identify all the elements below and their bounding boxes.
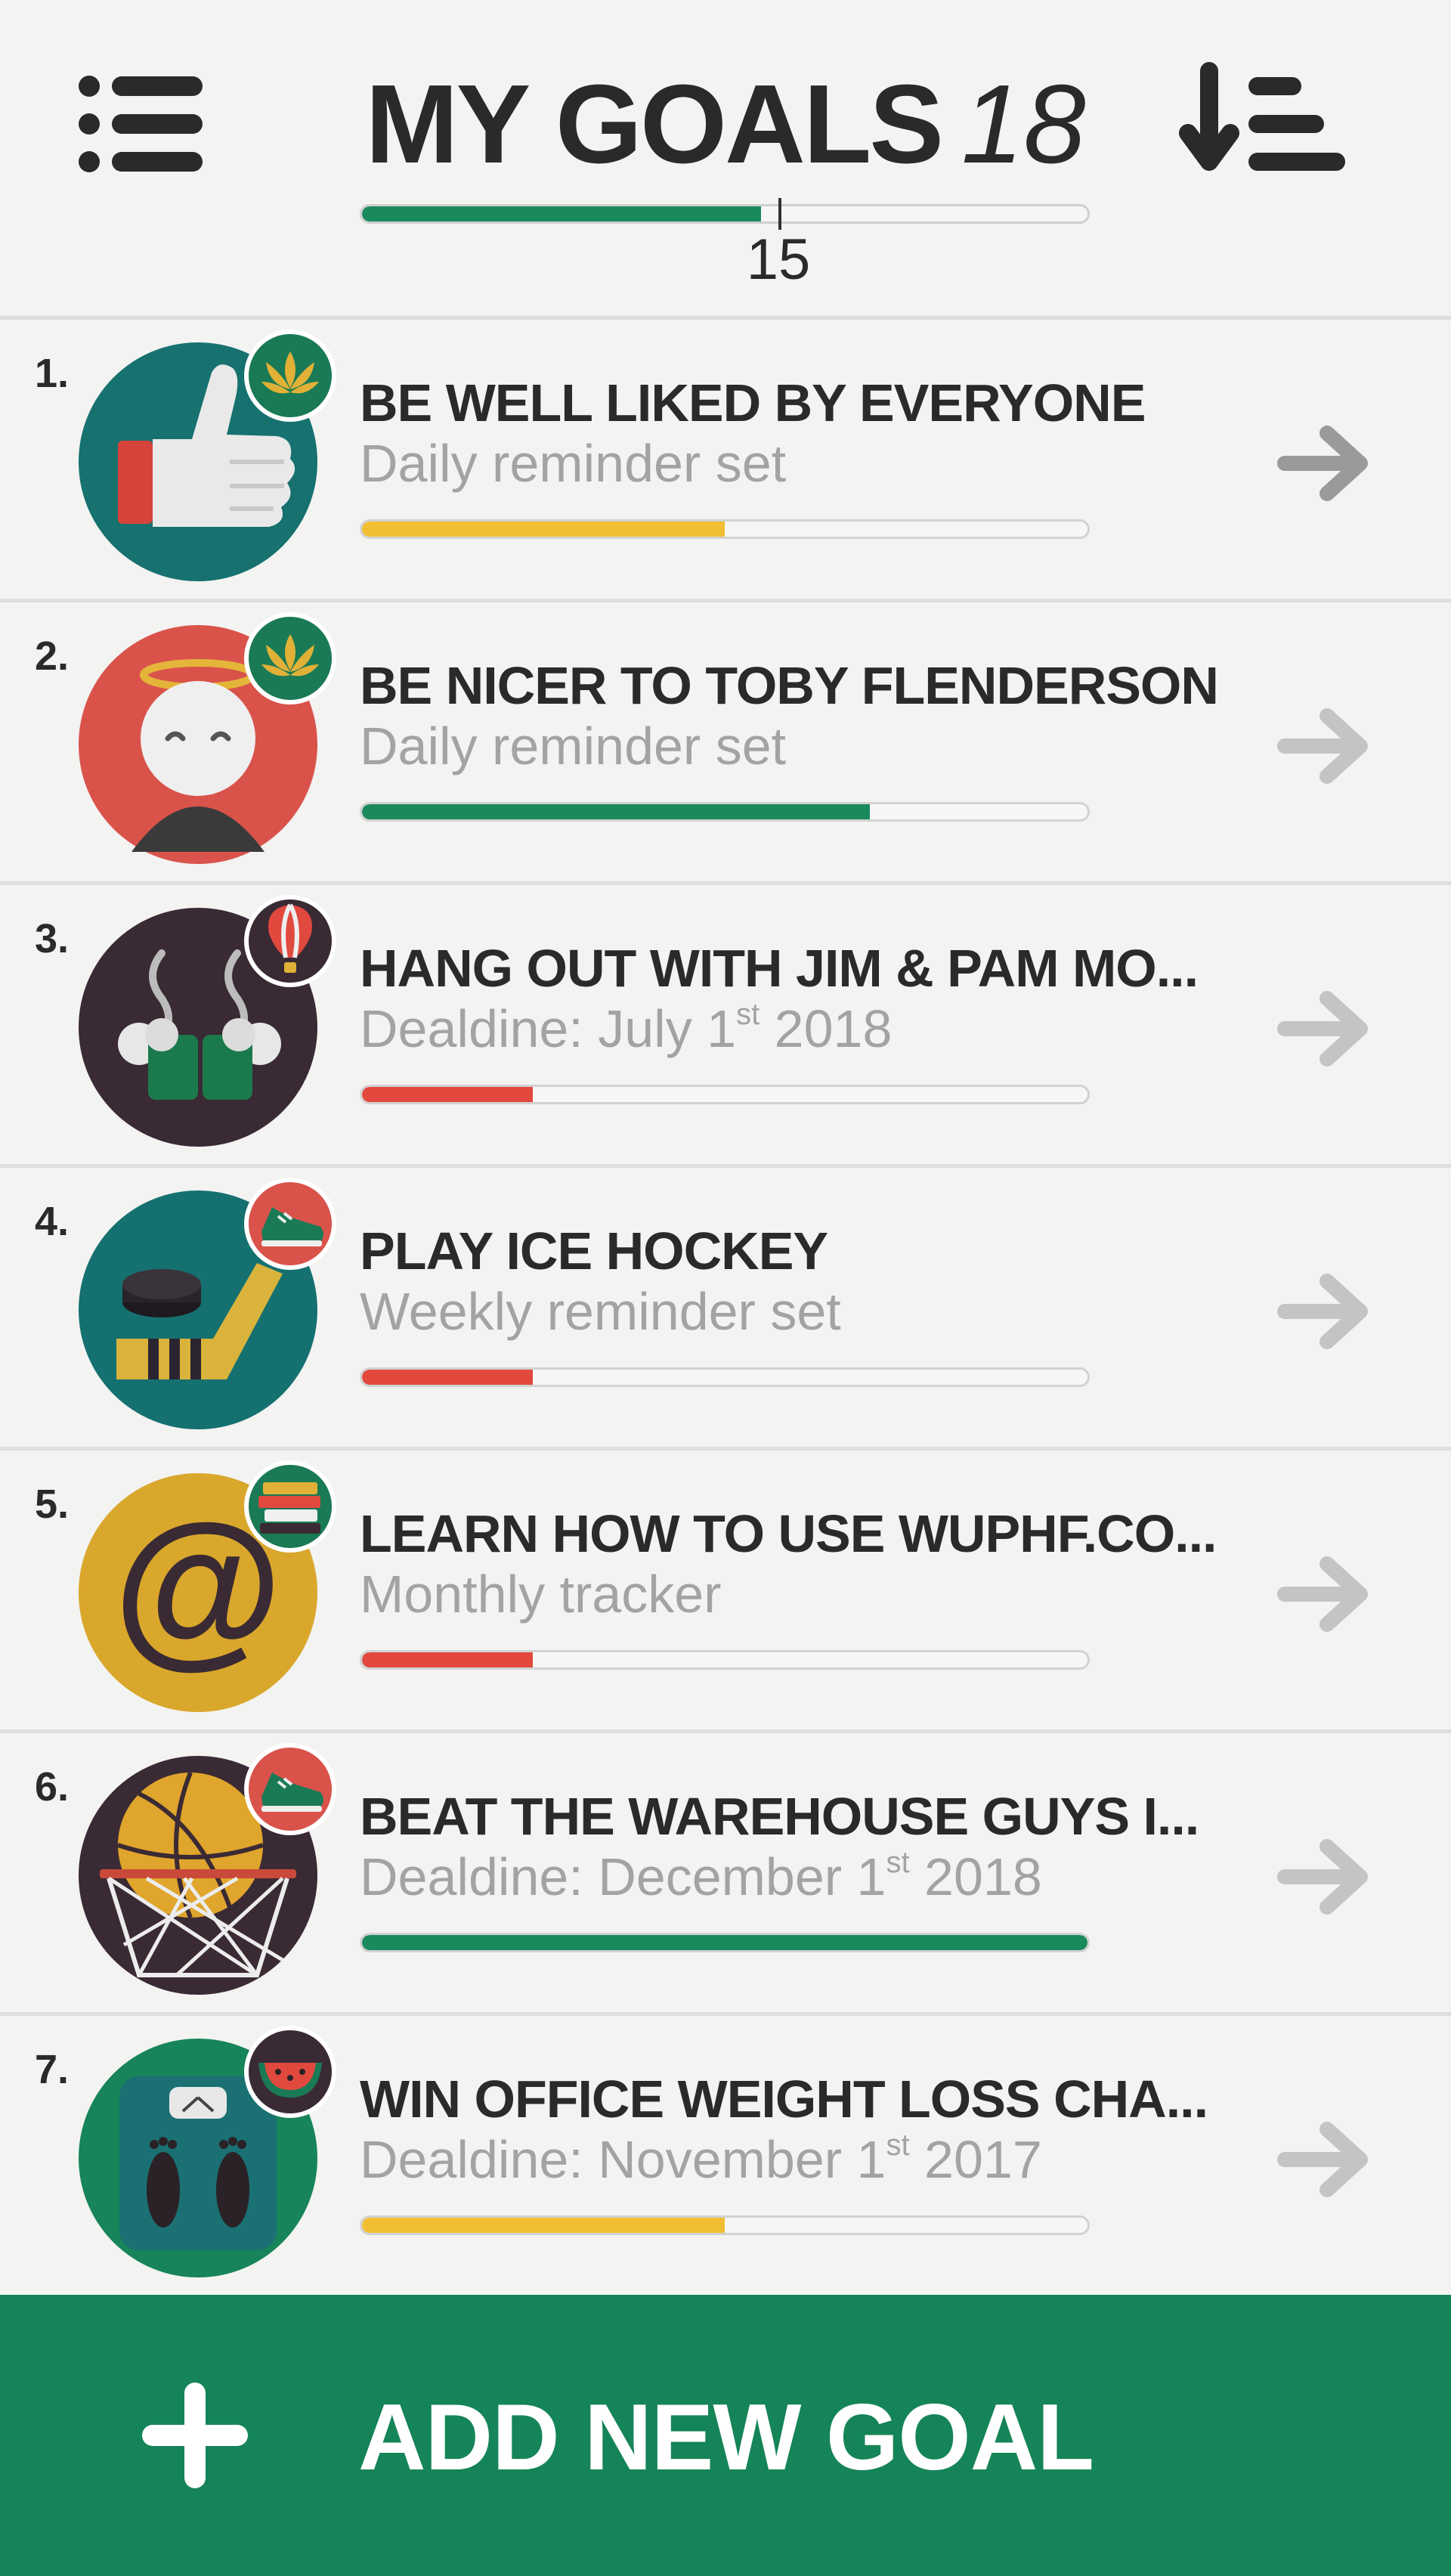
goal-subtitle-year: 2017	[909, 2130, 1042, 2189]
arrow-right-icon[interactable]	[1277, 1556, 1375, 1632]
overall-progress-bar	[360, 204, 1090, 224]
goal-number: 2.	[35, 633, 70, 679]
goal-number: 6.	[35, 1764, 70, 1810]
goal-subtitle-text: Dealdine: December 1	[360, 1847, 886, 1906]
goal-progress-fill	[362, 2218, 725, 2233]
goal-subtitle-text: Dealdine: November 1	[360, 2130, 886, 2189]
goal-subtitle-ordinal: st	[886, 1846, 910, 1879]
goal-number: 4.	[35, 1199, 70, 1244]
goal-subtitle: Dealdine: December 1st 2018	[360, 1847, 1251, 1907]
goal-progress-fill	[362, 1087, 533, 1102]
arrow-right-icon[interactable]	[1277, 991, 1375, 1067]
goal-progress-bar	[360, 1933, 1090, 1952]
goal-number: 3.	[35, 916, 70, 961]
sneaker-badge-icon	[244, 1178, 336, 1270]
overall-progress-label: 15	[746, 228, 811, 292]
books-badge-icon	[244, 1460, 336, 1553]
page-title-text: MY GOALS	[365, 62, 944, 187]
goal-progress-bar	[360, 519, 1090, 539]
sort-button[interactable]	[1179, 33, 1360, 215]
goal-number: 7.	[35, 2047, 70, 2092]
goal-subtitle-text: Daily reminder set	[360, 717, 787, 776]
goal-subtitle: Daily reminder set	[360, 716, 1251, 776]
goal-subtitle-text: Monthly tracker	[360, 1565, 722, 1624]
goal-subtitle-text: Daily reminder set	[360, 434, 787, 493]
goal-row[interactable]: 2. BE NICER TO TOBY FLENDERSON Daily rem…	[0, 599, 1451, 881]
goal-row[interactable]: 6. BEAT THE WAREHOUSE GUYS I... Dealdine…	[0, 1729, 1451, 2012]
goal-subtitle-year: 2018	[909, 1847, 1042, 1906]
goal-title: WIN OFFICE WEIGHT LOSS CHA...	[360, 2070, 1208, 2129]
overall-progress-fill	[362, 206, 761, 221]
goal-progress-bar	[360, 2215, 1090, 2235]
hot-air-balloon-badge-icon	[244, 895, 336, 987]
sort-descending-icon	[1179, 62, 1345, 171]
lotus-badge-icon	[244, 330, 336, 422]
goal-row[interactable]: 7. WIN OFFICE WEIGHT LOSS CHA... Dealdin…	[0, 2012, 1451, 2295]
goal-subtitle: Daily reminder set	[360, 433, 1251, 494]
goal-progress-fill	[362, 522, 725, 537]
goal-subtitle: Dealdine: November 1st 2017	[360, 2129, 1251, 2190]
goal-title: BEAT THE WAREHOUSE GUYS I...	[360, 1787, 1199, 1846]
add-new-goal-label: ADD NEW GOAL	[358, 2386, 1094, 2490]
arrow-right-icon[interactable]	[1277, 708, 1375, 784]
goal-subtitle: Weekly reminder set	[360, 1281, 1251, 1342]
overall-progress-marker	[778, 198, 781, 230]
goal-progress-bar	[360, 1367, 1090, 1387]
goal-subtitle-text: Weekly reminder set	[360, 1282, 841, 1341]
goal-title: PLAY ICE HOCKEY	[360, 1221, 828, 1280]
goal-title: LEARN HOW TO USE WUPHF.CO...	[360, 1504, 1217, 1563]
goal-progress-bar	[360, 1085, 1090, 1104]
lotus-badge-icon	[244, 612, 336, 704]
goal-count: 18	[961, 62, 1086, 187]
arrow-right-icon[interactable]	[1277, 1839, 1375, 1915]
goal-subtitle-ordinal: st	[886, 2129, 910, 2162]
goal-row[interactable]: 4. PLAY ICE HOCKEY Weekly reminder set	[0, 1164, 1451, 1447]
goal-list: 1. BE WELL LIKED BY EVERYONE Daily remin…	[0, 316, 1451, 2295]
goal-progress-fill	[362, 1370, 533, 1385]
goal-progress-fill	[362, 1652, 533, 1667]
goal-row[interactable]: 1. BE WELL LIKED BY EVERYONE Daily remin…	[0, 316, 1451, 599]
add-new-goal-button[interactable]: ADD NEW GOAL	[0, 2295, 1451, 2576]
watermelon-badge-icon	[244, 2026, 336, 2118]
header: MY GOALS 18 15	[0, 0, 1451, 316]
goal-progress-fill	[362, 1935, 1087, 1950]
goal-subtitle-text: Dealdine: July 1	[360, 999, 737, 1058]
arrow-right-icon[interactable]	[1277, 1274, 1375, 1349]
goal-subtitle: Dealdine: July 1st 2018	[360, 999, 1251, 1059]
arrow-right-icon[interactable]	[1277, 2122, 1375, 2197]
goals-app: MY GOALS 18 15 1. BE WELL LIKED BY EVERY…	[0, 0, 1451, 2576]
arrow-right-icon[interactable]	[1277, 426, 1375, 501]
goal-number: 1.	[35, 351, 70, 396]
goal-subtitle: Monthly tracker	[360, 1564, 1251, 1624]
goal-subtitle-ordinal: st	[736, 998, 760, 1031]
sneaker-badge-icon	[244, 1743, 336, 1835]
goal-progress-bar	[360, 1650, 1090, 1670]
goal-row[interactable]: 5. @ LEARN HOW TO USE WUPHF.CO... Monthl…	[0, 1447, 1451, 1729]
plus-icon	[142, 2382, 248, 2488]
goal-title: BE NICER TO TOBY FLENDERSON	[360, 656, 1219, 715]
goal-title: BE WELL LIKED BY EVERYONE	[360, 373, 1146, 432]
goal-subtitle-year: 2018	[760, 999, 893, 1058]
goal-number: 5.	[35, 1482, 70, 1527]
goal-progress-fill	[362, 804, 870, 819]
goal-row[interactable]: 3. HANG OUT WITH JIM & PAM MO... Dealdin…	[0, 881, 1451, 1164]
goal-title: HANG OUT WITH JIM & PAM MO...	[360, 939, 1199, 998]
goal-progress-bar	[360, 802, 1090, 822]
